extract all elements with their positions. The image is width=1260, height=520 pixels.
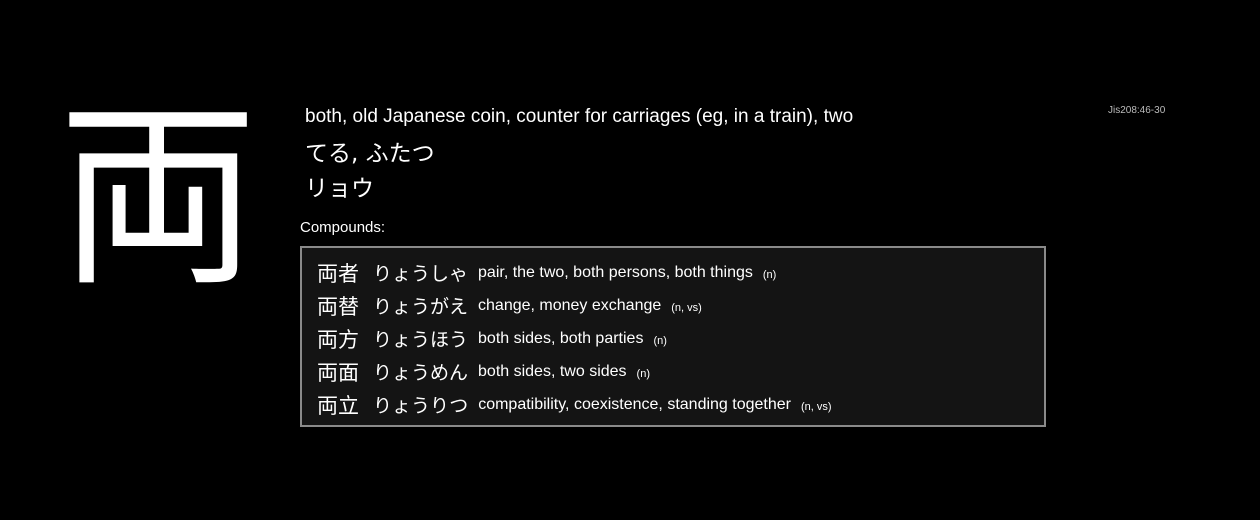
compound-word: 両替 (317, 294, 359, 319)
on-reading: リョウ (305, 176, 374, 202)
compound-reading: りょうほう (373, 329, 469, 351)
kanji-character: 両 (58, 81, 259, 314)
compound-pos: (n) (762, 268, 777, 281)
compound-word: 両立 (317, 393, 359, 418)
compound-pos: (n) (653, 334, 667, 347)
compound-row: 両面 りょうめん both sides, two sides (n) (317, 355, 650, 388)
compound-word: 両方 (317, 327, 359, 352)
compound-meaning: compatibility, coexistence, standing tog… (478, 395, 791, 413)
jis-code: Jis208:46-30 (1108, 105, 1166, 116)
compounds-label: Compounds: (300, 219, 386, 236)
compound-reading: りょうめん (373, 362, 469, 384)
compound-word: 両者 (317, 261, 359, 286)
compound-pos: (n, vs) (800, 400, 832, 413)
compound-meaning: change, money exchange (478, 296, 662, 314)
compounds-list: 両者 りょうしゃ pair, the two, both persons, bo… (300, 246, 1046, 427)
compound-meaning: pair, the two, both persons, both things (478, 263, 753, 281)
compound-row: 両者 りょうしゃ pair, the two, both persons, bo… (317, 256, 776, 289)
compound-word: 両面 (317, 360, 359, 385)
compound-meaning: both sides, two sides (478, 362, 627, 380)
compound-pos: (n) (636, 367, 650, 380)
compound-reading: りょうしゃ (373, 263, 469, 285)
kanji-meaning: both, old Japanese coin, counter for car… (305, 106, 854, 127)
compound-reading: りょうりつ (373, 395, 469, 417)
compound-meaning: both sides, both parties (478, 329, 644, 347)
compound-reading: りょうがえ (373, 296, 469, 318)
kun-reading: てる, ふたつ (305, 141, 435, 167)
compound-pos: (n, vs) (671, 301, 702, 314)
compound-row: 両方 りょうほう both sides, both parties (n) (317, 322, 667, 355)
compound-row: 両替 りょうがえ change, money exchange (n, vs) (317, 289, 702, 322)
compound-row: 両立 りょうりつ compatibility, coexistence, sta… (317, 388, 832, 421)
